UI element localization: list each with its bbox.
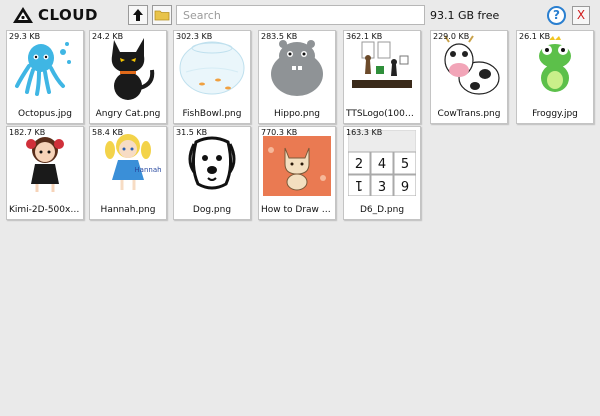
dog-thumbnail [188,136,236,190]
file-tile[interactable]: 302.3 KB FishBowl.png [173,30,251,124]
dice-thumbnail: 2 4 5 1 3 9 [348,130,416,196]
dice-number: 5 [401,157,409,172]
file-tile[interactable]: 24.2 KB Angry Cat.png [89,30,167,124]
frog-thumbnail [539,36,571,92]
file-tile[interactable]: 58.4 KB Hannah Hannah.png [89,126,167,220]
file-size: 29.3 KB [9,32,41,41]
file-name: Octopus.jpg [18,109,72,119]
cloud-logo-icon [13,7,33,23]
file-size: 58.4 KB [92,128,124,137]
how-to-draw-cat-thumbnail [263,136,331,196]
free-space-label: 93.1 GB free [430,9,500,22]
help-button[interactable]: ? [547,6,566,25]
file-name: D6_D.png [359,205,405,215]
file-name: Hannah.png [100,205,156,215]
dice-number: 4 [378,157,386,172]
angry-cat-thumbnail [111,38,155,100]
close-button[interactable]: X [572,6,590,25]
file-tile[interactable]: 26.1 KB Froggy.jpg [516,30,594,124]
file-tile[interactable]: 229.0 KB CowTrans.png [430,30,508,124]
dice-number: 1 [355,177,363,192]
tts-logo-thumbnail [352,41,412,88]
top-bar: CLOUD 93.1 GB free ? X [0,0,600,30]
file-size: 283.5 KB [261,32,298,41]
file-tile[interactable]: 182.7 KB Kimi-2D-500x50... [6,126,84,220]
hannah-caption: Hannah [134,166,161,174]
file-name: Dog.png [192,205,232,215]
file-size: 163.3 KB [346,128,383,137]
file-name: FishBowl.png [182,109,242,119]
hippo-thumbnail [271,40,323,96]
folder-button[interactable] [152,5,172,25]
dice-number: 2 [355,157,363,172]
file-tile[interactable]: 770.3 KB How to Draw a ... [258,126,336,220]
file-size: 24.2 KB [92,32,124,41]
app-title: CLOUD [38,6,98,24]
file-tile[interactable]: 163.3 KB 2 4 5 1 3 9 D6_D.png [343,126,421,220]
kimi-thumbnail [26,137,64,192]
file-name: Froggy.jpg [532,109,578,119]
file-tile[interactable]: 362.1 KB TTSLogo(1000x1... [343,30,421,124]
file-name: Angry Cat.png [95,109,161,119]
arrow-up-icon [133,9,143,21]
dice-number: 3 [378,180,386,195]
file-size: 31.5 KB [176,128,208,137]
file-name: Hippo.png [273,109,321,119]
file-tile[interactable]: 31.5 KB Dog.png [173,126,251,220]
file-size: 182.7 KB [9,128,46,137]
file-name: How to Draw a ... [261,205,333,215]
folder-icon [154,10,170,21]
file-tile[interactable]: 283.5 KB Hippo.png [258,30,336,124]
file-name: TTSLogo(1000x1... [346,109,418,119]
file-size: 26.1 KB [519,32,551,41]
hannah-thumbnail: Hannah [105,134,162,190]
upload-button[interactable] [128,5,148,25]
file-tile[interactable]: 29.3 KB Octopus.jpg [6,30,84,124]
search-input[interactable] [176,5,425,25]
dice-number: 9 [401,180,409,195]
cow-thumbnail [444,35,500,95]
octopus-thumbnail [15,42,71,96]
fishbowl-thumbnail [179,41,245,95]
file-size: 229.0 KB [433,32,470,41]
file-size: 302.3 KB [176,32,213,41]
file-name: Kimi-2D-500x50... [9,205,81,215]
file-size: 362.1 KB [346,32,383,41]
file-name: CowTrans.png [437,109,501,119]
file-size: 770.3 KB [261,128,298,137]
